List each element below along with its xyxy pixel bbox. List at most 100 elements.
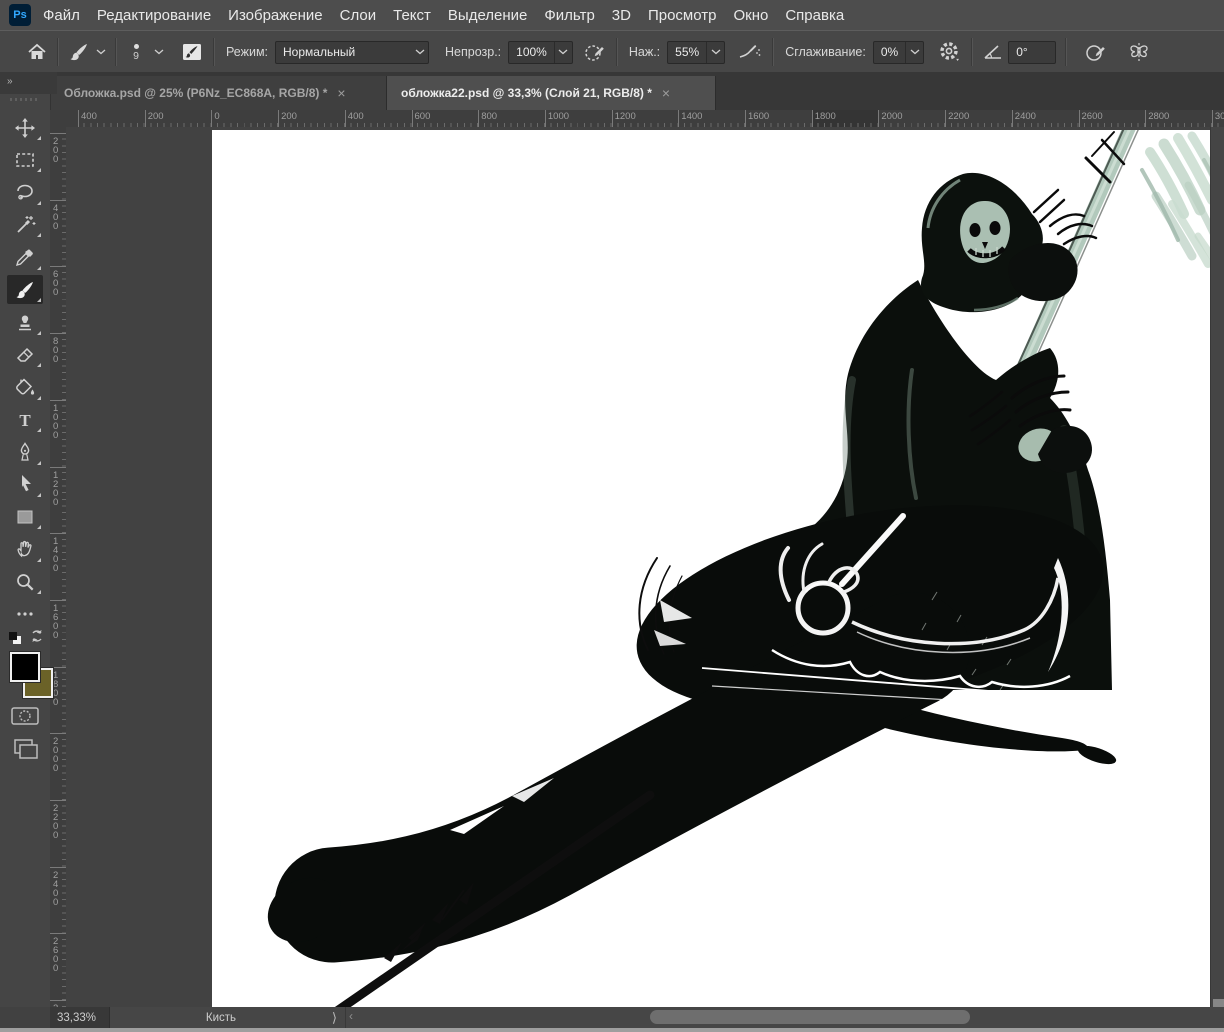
- menu-item[interactable]: Окно: [733, 7, 768, 24]
- brush-picker-chevron-icon[interactable]: [154, 49, 164, 55]
- tools-panel-grip[interactable]: [10, 98, 40, 101]
- ruler-major-tick: [50, 200, 66, 201]
- zoom-level-field[interactable]: 33,33%: [50, 1007, 110, 1028]
- photoshop-logo-icon: Ps: [9, 4, 31, 26]
- ruler-label: 800: [481, 111, 497, 122]
- brush-angle-field[interactable]: 0°: [1008, 41, 1056, 64]
- ruler-corner[interactable]: [50, 110, 67, 128]
- rectangular-marquee-tool[interactable]: [7, 145, 43, 174]
- pressure-size-icon[interactable]: [1084, 40, 1108, 64]
- paint-symmetry-butterfly-icon[interactable]: [1126, 40, 1152, 64]
- ruler-major-tick: [50, 533, 66, 534]
- menu-item[interactable]: 3D: [612, 7, 631, 24]
- eyedropper-icon: [14, 246, 36, 268]
- ruler-major-tick: [412, 110, 413, 127]
- chevron-down-icon[interactable]: [706, 42, 724, 63]
- clone-stamp-tool[interactable]: [7, 308, 43, 337]
- brush-tool[interactable]: [7, 275, 43, 304]
- type-tool[interactable]: T: [7, 405, 43, 434]
- chevron-down-icon[interactable]: [554, 42, 572, 63]
- pen-tool[interactable]: [7, 438, 43, 467]
- canvas-artwork[interactable]: [212, 130, 1210, 1007]
- brush-angle-icon: [982, 42, 1004, 62]
- ruler-label: 1800: [815, 111, 836, 122]
- tools-panel-collapse[interactable]: »: [0, 72, 57, 94]
- document-tab[interactable]: Обложка.psd @ 25% (P6Nz_EC868A, RGB/8) *…: [50, 76, 387, 110]
- smoothing-field[interactable]: 0%: [873, 41, 924, 64]
- menu-item[interactable]: Слои: [340, 7, 376, 24]
- preset-chevron-icon[interactable]: [96, 49, 106, 55]
- opacity-field[interactable]: 100%: [508, 41, 573, 64]
- brush-settings-panel-toggle-icon[interactable]: [180, 41, 204, 63]
- close-icon[interactable]: ×: [662, 85, 670, 101]
- menu-item[interactable]: Текст: [393, 7, 431, 24]
- document-tab-active[interactable]: обложка22.psd @ 33,3% (Слой 21, RGB/8) *…: [387, 76, 716, 110]
- ruler-label: 2200: [948, 111, 969, 122]
- foreground-color-swatch[interactable]: [10, 652, 40, 682]
- vertical-ruler[interactable]: 2 0 04 0 06 0 08 0 01 0 0 01 2 0 01 4 0 …: [50, 127, 67, 1007]
- pressure-opacity-icon[interactable]: [583, 40, 607, 64]
- document-tab-title: обложка22.psd @ 33,3% (Слой 21, RGB/8) *: [401, 86, 652, 100]
- horizontal-scrollbar-thumb[interactable]: [650, 1010, 970, 1024]
- ruler-major-tick: [50, 933, 66, 934]
- home-icon[interactable]: [26, 41, 48, 63]
- quick-selection-tool[interactable]: [7, 210, 43, 239]
- menu-item[interactable]: Справка: [785, 7, 844, 24]
- menu-bar: Ps Файл Редактирование Изображение Слои Текс…: [0, 0, 1224, 31]
- brush-tip-preview[interactable]: 9: [126, 44, 146, 61]
- brush-tool-preset-icon[interactable]: [68, 41, 90, 63]
- document-info-section[interactable]: Кисть ⟩: [110, 1007, 346, 1028]
- menu-item[interactable]: Выделение: [448, 7, 527, 24]
- menu-item[interactable]: Файл: [43, 7, 80, 24]
- close-icon[interactable]: ×: [337, 85, 345, 101]
- lasso-tool[interactable]: [7, 178, 43, 207]
- horizontal-ruler[interactable]: 4002000200400600800100012001400160018002…: [66, 110, 1224, 128]
- paint-bucket-tool[interactable]: [7, 373, 43, 402]
- status-bar-left-spacer: [0, 1007, 51, 1028]
- brush-tip-dot-icon: [134, 44, 139, 49]
- ruler-major-tick: [278, 110, 279, 127]
- ruler-major-tick: [50, 333, 66, 334]
- quick-mask-mode-button[interactable]: [11, 705, 39, 732]
- hand-tool[interactable]: [7, 535, 43, 564]
- more-tools-tool[interactable]: [7, 600, 43, 629]
- separator: [772, 38, 774, 66]
- menu-item[interactable]: Просмотр: [648, 7, 717, 24]
- ruler-major-tick: [1079, 110, 1080, 127]
- ruler-major-tick: [678, 110, 679, 127]
- mode-label: Режим:: [226, 45, 268, 59]
- move-tool[interactable]: [7, 113, 43, 142]
- ruler-major-tick: [50, 467, 66, 468]
- clone-stamp-icon: [14, 311, 36, 333]
- status-expand-icon[interactable]: ⟩: [332, 1010, 337, 1026]
- chevron-down-icon: [411, 42, 428, 63]
- chevron-down-icon[interactable]: [905, 42, 923, 63]
- ruler-major-tick: [50, 1000, 66, 1001]
- default-colors-icon[interactable]: [7, 630, 23, 651]
- ruler-major-tick: [1012, 110, 1013, 127]
- screen-mode-button[interactable]: [11, 737, 39, 766]
- path-selection-icon: [14, 473, 36, 495]
- menu-item[interactable]: Изображение: [228, 7, 323, 24]
- rectangle-shape-tool[interactable]: [7, 502, 43, 531]
- zoom-tool-tool[interactable]: [7, 567, 43, 596]
- blend-mode-select[interactable]: Нормальный: [275, 41, 429, 64]
- menu-item[interactable]: Редактирование: [97, 7, 211, 24]
- ruler-label: 400: [81, 111, 97, 122]
- menu-item[interactable]: Фильтр: [544, 7, 594, 24]
- smoothing-options-gear-icon[interactable]: [938, 40, 962, 64]
- canvas-viewport[interactable]: [66, 127, 1210, 1007]
- eyedropper-tool[interactable]: [7, 243, 43, 272]
- ruler-label: 4 0 0: [53, 204, 58, 231]
- vertical-scrollbar[interactable]: [1210, 127, 1224, 1007]
- path-selection-tool[interactable]: [7, 470, 43, 499]
- move-icon: [14, 117, 36, 139]
- scroll-left-icon[interactable]: ‹: [349, 1009, 353, 1023]
- separator: [115, 38, 117, 66]
- smoothing-label: Сглаживание:: [785, 45, 866, 59]
- swap-colors-icon[interactable]: [29, 628, 45, 649]
- flow-label: Наж.:: [629, 45, 660, 59]
- flow-field[interactable]: 55%: [667, 41, 725, 64]
- eraser-tool[interactable]: [7, 340, 43, 369]
- airbrush-icon[interactable]: [737, 40, 763, 64]
